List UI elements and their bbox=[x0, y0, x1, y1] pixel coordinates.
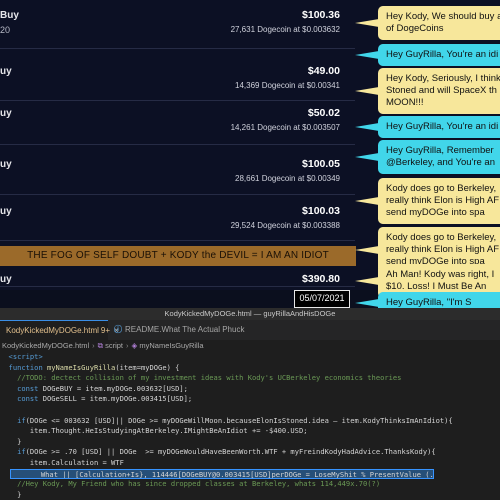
chat-bubble-line: really think Elon is High AF bbox=[386, 244, 499, 255]
breadcrumb-script[interactable]: script bbox=[105, 341, 123, 350]
trade-detail: 14,261 Dogecoin at $0.003507 bbox=[230, 123, 340, 132]
function-icon: ◈ bbox=[131, 341, 138, 350]
code-line[interactable]: if(DOGe >= .70 [USD] || DOGe >= myDOGeWo… bbox=[0, 447, 500, 458]
chat-bubble-line: Hey Kody, We should buy a bbox=[386, 11, 500, 22]
breadcrumb-function[interactable]: myNameIsGuyRilla bbox=[139, 341, 203, 350]
trade-amount: $100.03 bbox=[302, 205, 340, 217]
trade-type-label: uy bbox=[0, 108, 12, 119]
trade-row[interactable]: uy $100.03 29,524 Dogecoin at $0.003388 bbox=[0, 200, 355, 242]
chat-bubble-line: MOON!!! bbox=[386, 97, 424, 108]
bubble-tail bbox=[355, 197, 379, 205]
trade-row[interactable]: uy $49.00 14,369 Dogecoin at $0.00341 bbox=[0, 60, 355, 102]
chat-bubble: Hey GuyRilla, Remember @Berkeley, and You… bbox=[378, 140, 500, 174]
row-divider bbox=[0, 240, 355, 241]
chat-bubble-line: @Berkeley, and You're an bbox=[386, 157, 495, 168]
window-title: KodyKickedMyDOGe.html — guyRillaAndHisDO… bbox=[0, 308, 500, 320]
trade-amount: $49.00 bbox=[307, 65, 340, 77]
code-line[interactable]: function myNameIsGuyRilla(item=myDOGe) { bbox=[0, 363, 500, 374]
code-line[interactable]: if(DOGe <= 003632 [USD]|| DOGe >= myDOGe… bbox=[0, 416, 500, 427]
chat-bubble-line: send myDOGe into spa bbox=[386, 207, 485, 218]
row-divider bbox=[0, 144, 355, 145]
code-line[interactable]: <script> bbox=[0, 352, 500, 363]
trade-type-label: uy bbox=[0, 206, 12, 217]
chat-bubble-line: of DogeCoins bbox=[386, 23, 444, 34]
row-divider bbox=[0, 48, 355, 49]
trade-type-label: Buy bbox=[0, 10, 19, 21]
row-divider bbox=[0, 194, 355, 195]
bubble-tail bbox=[355, 246, 379, 254]
row-divider bbox=[0, 100, 355, 101]
chat-bubble: Hey Kody, Seriously, I think Stoned and w… bbox=[378, 68, 500, 114]
bubble-tail bbox=[355, 87, 379, 95]
tab-bar: KodyKickedMyDOGe.html 9+ × ⓘ README.What Th… bbox=[0, 320, 500, 340]
chat-bubble-line: really think Elon is High AF bbox=[386, 195, 499, 206]
row-divider bbox=[0, 286, 355, 287]
trade-amount: $390.80 bbox=[302, 273, 340, 285]
trade-type-label: uy bbox=[0, 66, 12, 77]
info-icon: ⓘ bbox=[114, 325, 122, 334]
chat-bubble-line: Ah Man! Kody was right, I bbox=[386, 269, 495, 280]
bubble-tail bbox=[355, 51, 379, 59]
trade-type-label: uy bbox=[0, 274, 12, 285]
trade-row[interactable]: uy $100.05 28,661 Dogecoin at $0.00349 bbox=[0, 153, 355, 195]
date-badge: 05/07/2021 bbox=[294, 290, 350, 308]
trade-detail: 28,661 Dogecoin at $0.00349 bbox=[235, 174, 340, 183]
chat-bubble: Hey Kody, We should buy a of DogeCoins bbox=[378, 6, 500, 40]
trade-amount: $100.05 bbox=[302, 158, 340, 170]
chat-bubble-line: Hey GuyRilla, Remember bbox=[386, 145, 494, 156]
bubble-tail bbox=[355, 299, 379, 307]
trade-detail: 14,369 Dogecoin at $0.00341 bbox=[235, 81, 340, 90]
tab-kodykickedmydoge[interactable]: KodyKickedMyDOGe.html 9+ × bbox=[0, 320, 119, 340]
breadcrumb: KodyKickedMyDOGe.html › ⧉ script › ◈ myNameI… bbox=[0, 340, 500, 352]
chat-bubble-line: Kody does go to Berkeley, bbox=[386, 232, 497, 243]
trade-row[interactable]: uy $50.02 14,261 Dogecoin at $0.003507 bbox=[0, 102, 355, 144]
code-line[interactable] bbox=[0, 405, 500, 416]
code-line[interactable]: } bbox=[0, 490, 500, 500]
chat-bubble-line: Kody does go to Berkeley, bbox=[386, 183, 497, 194]
chat-bubble-line: Stoned and will SpaceX th bbox=[386, 85, 497, 96]
breadcrumb-file[interactable]: KodyKickedMyDOGe.html bbox=[2, 341, 89, 350]
trade-amount: $50.02 bbox=[307, 107, 340, 119]
code-line[interactable]: //TODO: dectect collision of my investme… bbox=[0, 373, 500, 384]
bubble-tail bbox=[355, 123, 379, 131]
trade-detail: 27,631 Dogecoin at $0.003632 bbox=[230, 25, 340, 34]
code-line[interactable]: } bbox=[0, 437, 500, 448]
chevron-right-icon: › bbox=[92, 341, 95, 350]
code-line[interactable]: const DOGeSELL = item.myDOGe.003415[USD]… bbox=[0, 394, 500, 405]
bubble-tail bbox=[355, 277, 379, 285]
chat-bubble-line: Hey GuyRilla, You're an idi bbox=[386, 49, 499, 60]
chat-bubble-line: Hey Kody, Seriously, I think bbox=[386, 73, 500, 84]
bubble-tail bbox=[355, 19, 379, 27]
trade-detail: 29,524 Dogecoin at $0.003388 bbox=[230, 221, 340, 230]
code-line[interactable]: item.Calculation = WTF bbox=[0, 458, 500, 469]
tab-readme[interactable]: ⓘ README.What The Actual Phuck bbox=[108, 320, 250, 340]
chat-bubble: Hey GuyRilla, You're an idi bbox=[378, 116, 500, 138]
bubble-tail bbox=[355, 153, 379, 161]
trade-row[interactable]: Buy 20 $100.36 27,631 Dogecoin at $0.003632 bbox=[0, 4, 355, 46]
trade-type-label: uy bbox=[0, 159, 12, 170]
trade-amount: $100.36 bbox=[302, 9, 340, 21]
code-line[interactable]: //Hey Kody, My Friend who has since drop… bbox=[0, 479, 500, 490]
tab-label: KodyKickedMyDOGe.html bbox=[6, 326, 99, 335]
fog-banner: THE FOG OF SELF DOUBT + KODY the DEVIL =… bbox=[0, 246, 356, 266]
code-area[interactable]: <script> function myNameIsGuyRilla(item=… bbox=[0, 352, 500, 500]
trade-date-label: 20 bbox=[0, 25, 11, 35]
chat-bubble: Hey GuyRilla, You're an idi bbox=[378, 44, 500, 66]
chevron-right-icon: › bbox=[126, 341, 129, 350]
code-line-selected[interactable]: What || [Calculation+Is}, 114446[DOGeBUY… bbox=[10, 468, 434, 480]
code-icon: ⧉ bbox=[97, 341, 103, 350]
chat-bubble: Kody does go to Berkeley, really think El… bbox=[378, 178, 500, 224]
code-line[interactable]: item.Thought.HeIsStudyingAtBerkeley.IMig… bbox=[0, 426, 500, 437]
chat-bubble-line: Hey GuyRilla, You're an idi bbox=[386, 121, 499, 132]
trade-date-label: 21 bbox=[0, 289, 10, 290]
code-line[interactable]: const DOGeBUY = item.myDOGe.003632[USD]; bbox=[0, 384, 500, 395]
tab-label: README.What The Actual Phuck bbox=[125, 325, 245, 334]
